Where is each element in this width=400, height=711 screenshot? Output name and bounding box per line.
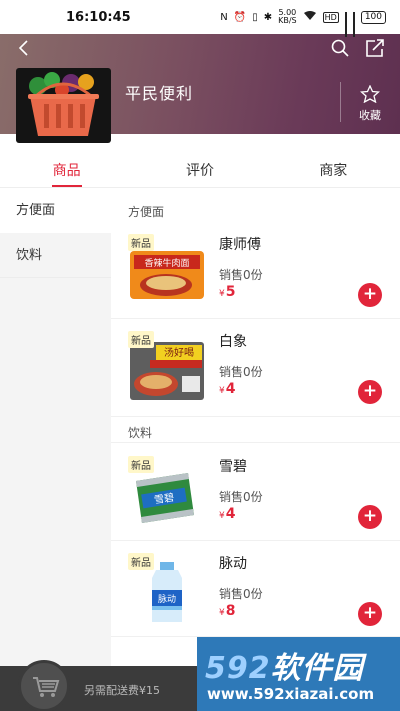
product-price: ¥8: [219, 603, 236, 619]
row-divider: [111, 442, 400, 443]
category-sidebar: 方便面 饮料: [0, 188, 111, 711]
chevron-left-icon[interactable]: [14, 38, 34, 58]
add-to-cart-button[interactable]: +: [358, 602, 382, 626]
section-title: 方便面: [128, 205, 165, 219]
product-item[interactable]: 新品 香辣牛肉面 康师傅 销售0份 ¥5 +: [111, 234, 400, 334]
new-badge: 新品: [128, 331, 154, 348]
product-name: 白象: [219, 334, 247, 350]
new-badge: 新品: [128, 456, 154, 473]
product-image: 汤好喝: [128, 340, 206, 402]
page: 16:10:45 N ⏰ ▯ ✱ 5.00 KB/S HD 100 平民便利 收…: [0, 0, 400, 711]
add-to-cart-button[interactable]: +: [358, 283, 382, 307]
product-image: 脉动: [128, 562, 206, 624]
tab-reviews[interactable]: 评价: [133, 155, 266, 187]
share-icon[interactable]: [364, 38, 386, 58]
watermark: 592软件园 www.592xiazai.com: [197, 637, 400, 711]
product-price: ¥4: [219, 506, 236, 522]
cart-button[interactable]: [18, 660, 70, 711]
product-price: ¥4: [219, 381, 236, 397]
status-time: 16:10:45: [66, 9, 131, 25]
tab-bar: 商品 评价 商家: [0, 155, 400, 187]
product-list: 方便面 新品 香辣牛肉面 康师傅 销售0份 ¥5 + 新品 汤好喝 白象 销售0…: [111, 188, 400, 711]
favorite-button[interactable]: 收藏: [350, 85, 390, 123]
product-name: 脉动: [219, 556, 247, 572]
cart-icon: [33, 677, 60, 697]
sidebar-item-drinks[interactable]: 饮料: [0, 233, 111, 278]
row-divider: [111, 540, 400, 541]
nfc-icon: N: [220, 11, 228, 23]
row-divider: [111, 416, 400, 417]
new-badge: 新品: [128, 234, 154, 251]
product-image: 雪碧: [128, 465, 206, 527]
svg-text:香辣牛肉面: 香辣牛肉面: [144, 257, 189, 269]
status-bar: 16:10:45 N ⏰ ▯ ✱ 5.00 KB/S HD 100: [0, 0, 400, 37]
tab-merchant[interactable]: 商家: [267, 155, 400, 187]
product-name: 雪碧: [219, 459, 247, 475]
product-sold: 销售0份: [219, 490, 263, 504]
signal-icon-2: [352, 12, 355, 37]
new-badge: 新品: [128, 553, 154, 570]
battery-icon: 100: [360, 10, 386, 24]
shop-header: 16:10:45 N ⏰ ▯ ✱ 5.00 KB/S HD 100 平民便利 收…: [0, 0, 400, 143]
network-speed: 5.00 KB/S: [278, 8, 297, 25]
shop-logo: [16, 68, 111, 143]
section-title: 饮料: [128, 426, 153, 440]
star-icon: [360, 85, 380, 103]
product-image: 香辣牛肉面: [128, 243, 206, 305]
favorite-label: 收藏: [359, 109, 381, 122]
hd-badge: HD: [322, 11, 339, 23]
product-sold: 销售0份: [219, 587, 263, 601]
product-sold: 销售0份: [219, 365, 263, 379]
product-name: 康师傅: [219, 237, 261, 253]
add-to-cart-button[interactable]: +: [358, 380, 382, 404]
tab-products[interactable]: 商品: [0, 155, 133, 187]
search-icon[interactable]: [330, 38, 350, 58]
watermark-logo: 592软件园: [205, 651, 364, 686]
product-price: ¥5: [219, 284, 236, 300]
status-icons: N ⏰ ▯ ✱ 5.00 KB/S HD 100: [220, 8, 386, 37]
add-to-cart-button[interactable]: +: [358, 505, 382, 529]
wifi-icon: [303, 10, 317, 24]
delivery-fee-text: 另需配送费¥15: [84, 684, 160, 697]
vibrate-icon: ▯: [252, 11, 258, 23]
shop-name: 平民便利: [125, 84, 194, 103]
alarm-icon: ⏰: [233, 11, 247, 23]
svg-text:汤好喝: 汤好喝: [164, 346, 194, 359]
svg-text:脉动: 脉动: [158, 593, 176, 605]
bluetooth-icon: ✱: [263, 11, 273, 23]
row-divider: [111, 318, 400, 319]
product-sold: 销售0份: [219, 268, 263, 282]
product-item[interactable]: 新品 雪碧 雪碧 销售0份 ¥4 +: [111, 456, 400, 556]
sidebar-item-instant-noodles[interactable]: 方便面: [0, 188, 111, 233]
watermark-url: www.592xiazai.com: [207, 685, 375, 703]
header-divider: [340, 82, 341, 122]
signal-icon: [344, 12, 347, 37]
